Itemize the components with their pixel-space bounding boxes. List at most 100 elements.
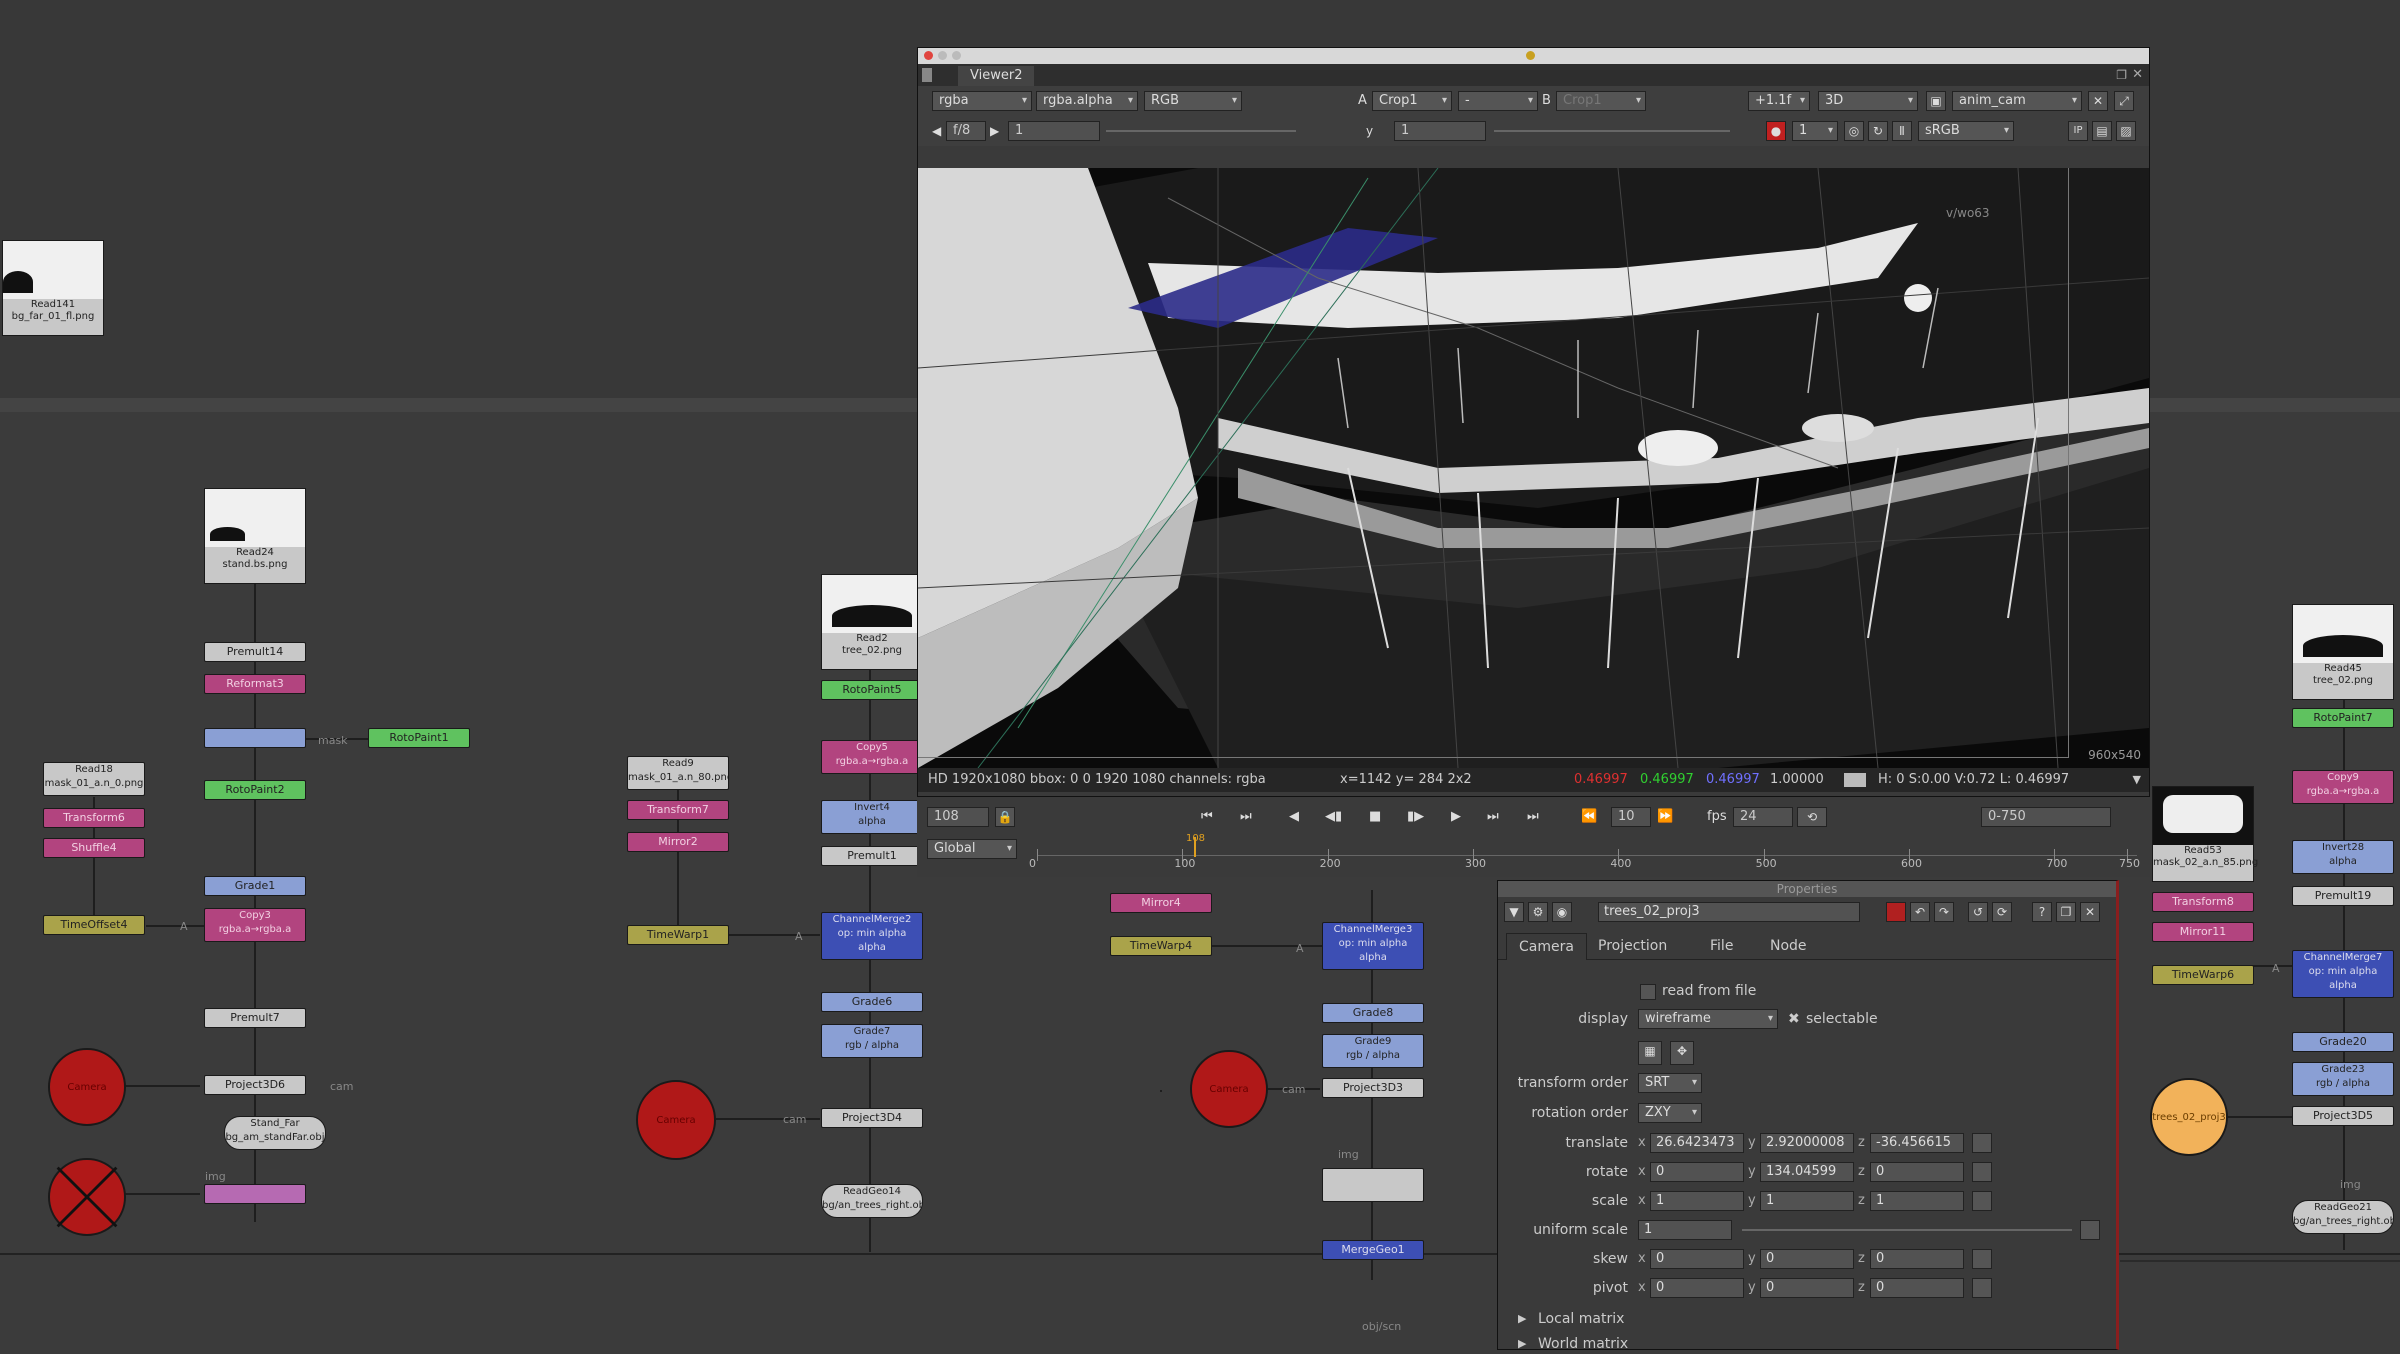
first-frame-icon[interactable]: ⏮ xyxy=(1201,807,1213,827)
restore-icon[interactable]: ⟳ xyxy=(1992,902,2012,922)
roi-icon[interactable]: ◎ xyxy=(1844,121,1864,141)
fps-field[interactable]: 24 xyxy=(1733,807,1793,827)
last-frame-icon[interactable]: ⏭ xyxy=(1527,807,1539,827)
axis-icon[interactable]: ▦ xyxy=(1638,1041,1662,1065)
node-read9[interactable]: Read9 mask_01_a.n_80.png xyxy=(627,756,729,790)
record-icon[interactable]: ● xyxy=(1766,121,1786,141)
node-rotopaint7[interactable]: RotoPaint7 xyxy=(2292,708,2394,728)
node-color-icon[interactable] xyxy=(1886,902,1906,922)
node-project3d5[interactable]: Project3D5 xyxy=(2292,1106,2394,1126)
node-dissolve[interactable] xyxy=(204,728,306,748)
step-back-icon[interactable]: ◀ xyxy=(1289,807,1299,827)
node-readgeo14[interactable]: ReadGeo14 bg/an_trees_right.obj xyxy=(821,1184,923,1218)
play-backward-icon[interactable]: ◀▮ xyxy=(1325,807,1342,827)
animation-curve-icon[interactable] xyxy=(1972,1278,1992,1298)
node-channelmerge3[interactable]: ChannelMerge3 op: min alpha alpha xyxy=(1322,922,1424,970)
compare-mode-dropdown[interactable]: - xyxy=(1458,91,1538,111)
skew-y-field[interactable]: 0 xyxy=(1760,1249,1854,1269)
local-matrix-group[interactable]: ▶ Local matrix xyxy=(1498,1309,2116,1329)
animation-curve-icon[interactable] xyxy=(1972,1249,1992,1269)
proxy-dropdown[interactable]: 1 xyxy=(1792,121,1838,141)
pivot-y-field[interactable]: 0 xyxy=(1760,1278,1854,1298)
collapse-icon[interactable]: ▼ xyxy=(1504,902,1524,922)
undo-icon[interactable]: ↶ xyxy=(1910,902,1930,922)
rotation-order-dropdown[interactable]: ZXY xyxy=(1638,1103,1702,1123)
channels-dropdown[interactable]: rgba xyxy=(932,91,1032,111)
camera-node-2[interactable]: Camera xyxy=(636,1080,716,1160)
node-timewarp1[interactable]: TimeWarp1 xyxy=(627,925,729,945)
clipping-warning-icon[interactable]: ▨ xyxy=(2116,121,2136,141)
pivot-z-field[interactable]: 0 xyxy=(1870,1278,1964,1298)
node-reformat[interactable]: Reformat3 xyxy=(204,674,306,694)
node-timeoffset4[interactable]: TimeOffset4 xyxy=(43,915,145,935)
camera-dropdown[interactable]: anim_cam xyxy=(1952,91,2082,111)
pivot-x-field[interactable]: 0 xyxy=(1650,1278,1744,1298)
animation-curve-icon[interactable] xyxy=(2080,1220,2100,1240)
current-frame-field[interactable]: 108 xyxy=(927,807,989,827)
lock-camera-icon[interactable]: ▣ xyxy=(1926,91,1946,111)
scale-z-field[interactable]: 1 xyxy=(1870,1191,1964,1211)
close-window-icon[interactable] xyxy=(924,51,933,60)
global-range-dropdown[interactable]: Global xyxy=(927,839,1017,859)
translate-x-field[interactable]: 26.6423473 xyxy=(1650,1133,1744,1153)
minimize-window-icon[interactable] xyxy=(938,51,947,60)
frame-step-field[interactable]: f/8 xyxy=(946,121,986,141)
tab-file[interactable]: File xyxy=(1698,933,1745,959)
node-grade8[interactable]: Grade8 xyxy=(1322,1003,1424,1023)
tab-projection[interactable]: Projection xyxy=(1586,933,1679,959)
redo-icon[interactable]: ↷ xyxy=(1934,902,1954,922)
display-channels-dropdown[interactable]: RGB xyxy=(1144,91,1242,111)
frame-field[interactable]: 1 xyxy=(1008,121,1100,141)
read-node-read53[interactable]: Read53 mask_02_a.n_85.png xyxy=(2152,786,2258,882)
uniform-scale-field[interactable]: 1 xyxy=(1638,1220,1732,1240)
tab-viewer2[interactable]: Viewer2 xyxy=(958,66,1035,86)
node-mirror4[interactable]: Mirror4 xyxy=(1110,893,1212,913)
node-channelmerge7[interactable]: ChannelMerge7 op: min alpha alpha xyxy=(2292,950,2394,998)
node-rotopaint1[interactable]: RotoPaint1 xyxy=(368,728,470,748)
node-grade23[interactable]: Grade23 rgb / alpha xyxy=(2292,1062,2394,1096)
animation-curve-icon[interactable] xyxy=(1972,1162,1992,1182)
world-matrix-group[interactable]: ▶ World matrix xyxy=(1498,1334,2116,1354)
lock-icon[interactable]: 🔒 xyxy=(995,807,1015,827)
camera-node-selected[interactable]: trees_02_proj3 xyxy=(2150,1078,2228,1156)
prev-keyframe-icon[interactable]: ⏭ xyxy=(1240,807,1252,827)
read-node-read141[interactable]: Read141 bg_far_01_fl.png xyxy=(2,240,104,336)
close-pane-icon[interactable]: ✕ xyxy=(2132,67,2143,82)
node-premult7[interactable]: Premult7 xyxy=(204,1008,306,1028)
increment-field[interactable]: 10 xyxy=(1611,807,1651,827)
fullscreen-icon[interactable]: ⤢ xyxy=(2114,91,2134,111)
rotate-x-field[interactable]: 0 xyxy=(1650,1162,1744,1182)
close-panel-icon[interactable]: ✕ xyxy=(2080,902,2100,922)
node-name-field[interactable]: trees_02_proj3 xyxy=(1598,902,1860,922)
node-read18[interactable]: Read18 mask_01_a.n_0.png xyxy=(43,762,145,796)
next-keyframe-icon[interactable]: ⏭ xyxy=(1487,807,1499,827)
skew-x-field[interactable]: 0 xyxy=(1650,1249,1744,1269)
node-timewarp4[interactable]: TimeWarp4 xyxy=(1110,936,1212,956)
float-panel-icon[interactable]: ❐ xyxy=(2056,902,2076,922)
rotate-y-field[interactable]: 134.04599 xyxy=(1760,1162,1854,1182)
input-a-dropdown[interactable]: Crop1 xyxy=(1372,91,1452,111)
skew-z-field[interactable]: 0 xyxy=(1870,1249,1964,1269)
help-icon[interactable]: ? xyxy=(2032,902,2052,922)
viewer-3d-viewport[interactable]: v/wo63 960x540 xyxy=(918,168,2149,768)
camera-node-disabled[interactable] xyxy=(48,1158,126,1236)
prev-increment-icon[interactable]: ◀ xyxy=(932,121,941,141)
node-rotopaint2[interactable]: RotoPaint2 xyxy=(204,780,306,800)
gamma-field[interactable]: 1 xyxy=(1394,121,1486,141)
step-forward-icon[interactable]: ▶ xyxy=(1451,807,1461,827)
camera-lock-icon[interactable]: ✕ xyxy=(2088,91,2108,111)
move-icon[interactable]: ✥ xyxy=(1670,1041,1694,1065)
node-invert4[interactable]: Invert4 alpha xyxy=(821,800,923,834)
zoom-window-icon[interactable] xyxy=(952,51,961,60)
gain-slider[interactable] xyxy=(1106,130,1296,132)
translate-y-field[interactable]: 2.92000008 xyxy=(1760,1133,1854,1153)
input-b-dropdown[interactable]: Crop1 xyxy=(1556,91,1646,111)
node-transform7[interactable]: Transform7 xyxy=(627,800,729,820)
refresh-icon[interactable]: ↻ xyxy=(1868,121,1888,141)
node-copy5[interactable]: Copy5 rgba.a→rgba.a xyxy=(821,740,923,774)
node-shuffle4[interactable]: Shuffle4 xyxy=(43,838,145,858)
node-mirror11[interactable]: Mirror11 xyxy=(2152,922,2254,942)
node-project3d6[interactable]: Project3D6 xyxy=(204,1075,306,1095)
next-increment-icon[interactable]: ▶ xyxy=(990,121,999,141)
animation-curve-icon[interactable] xyxy=(1972,1191,1992,1211)
